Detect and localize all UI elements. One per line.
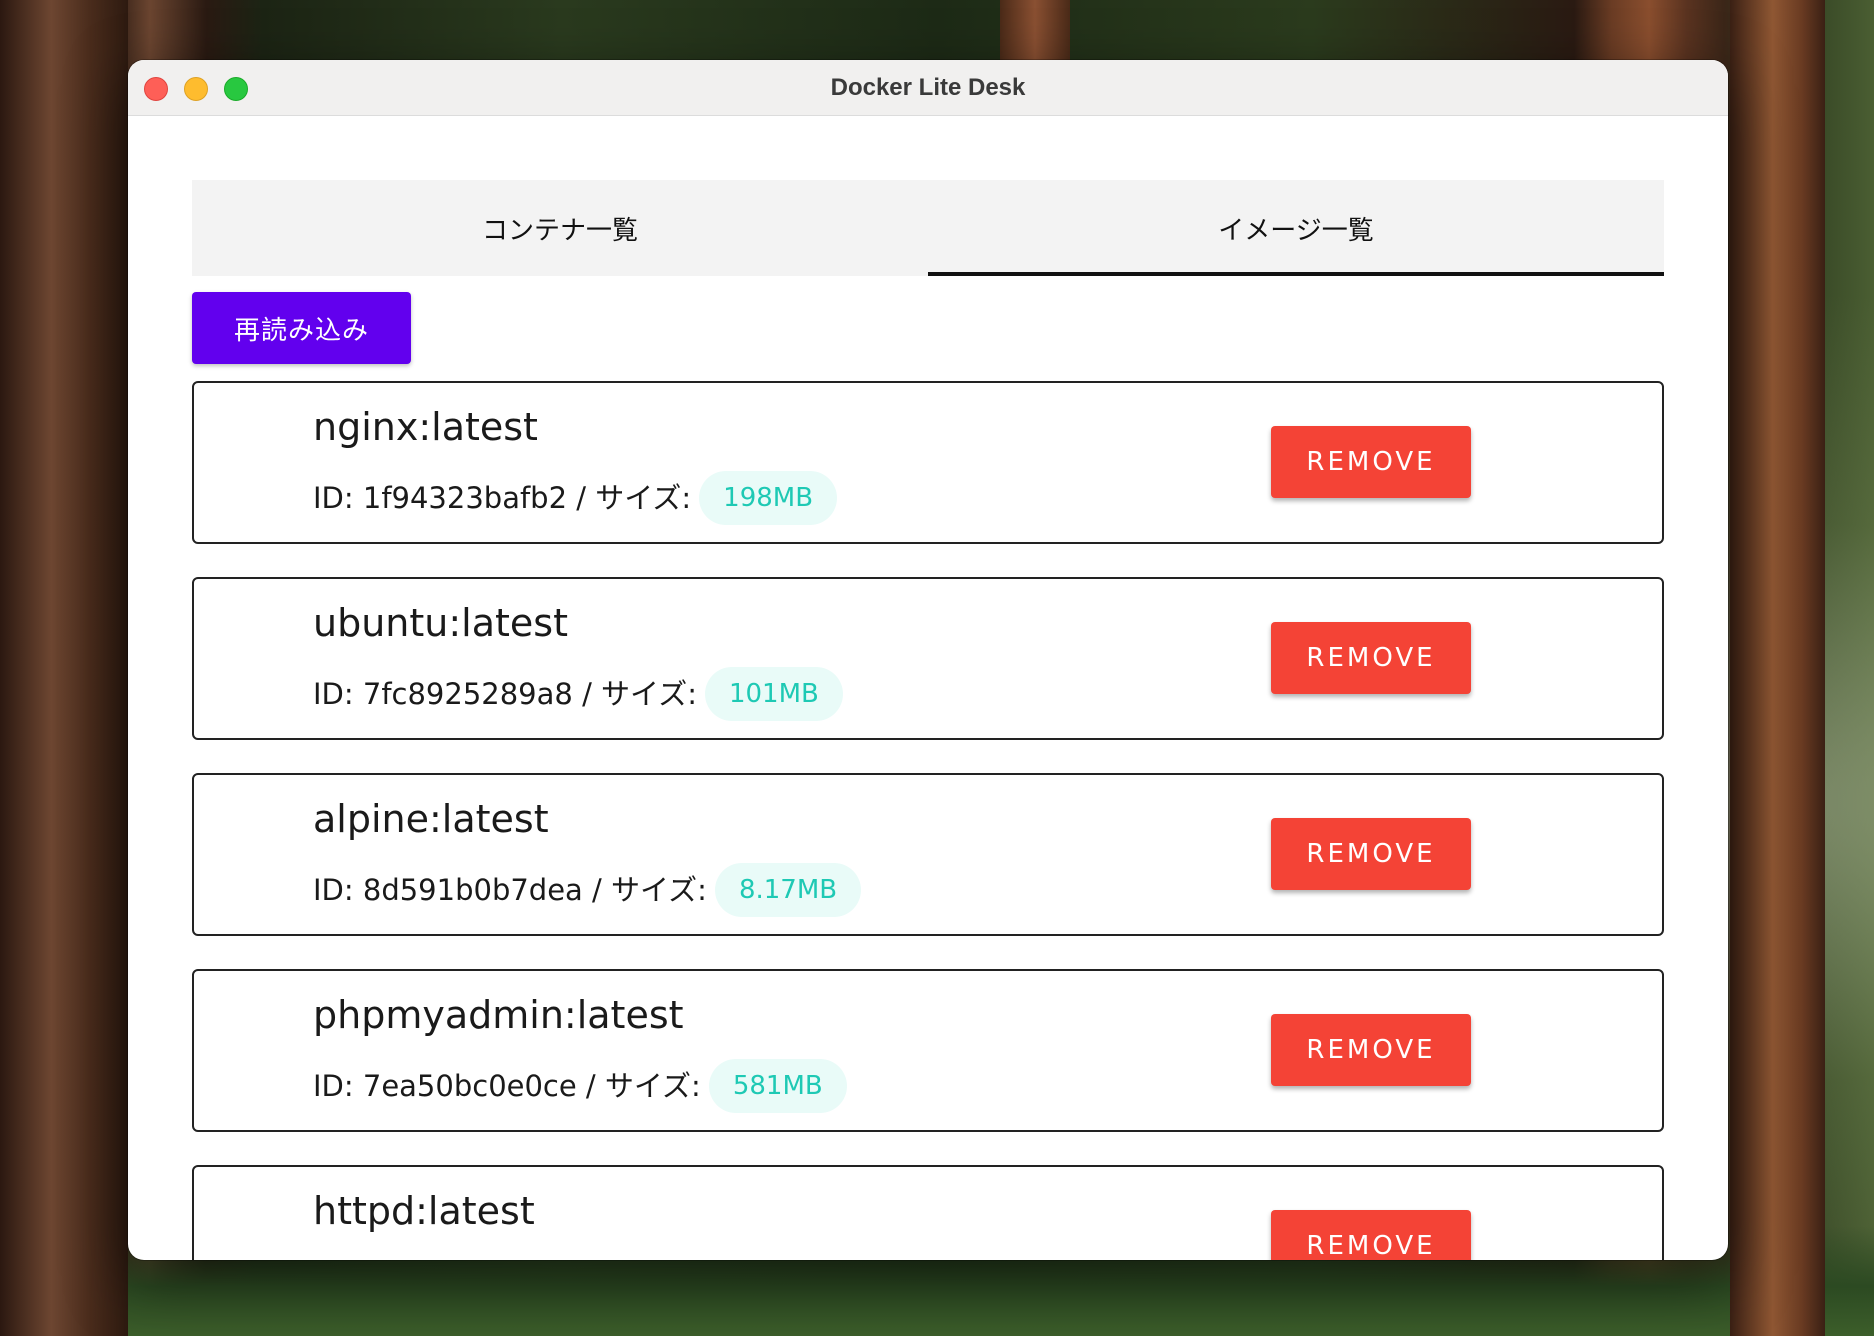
image-card: httpd:latest REMOVE bbox=[192, 1165, 1664, 1260]
title-bar: Docker Lite Desk bbox=[128, 60, 1728, 116]
image-name: phpmyadmin:latest bbox=[313, 993, 684, 1037]
close-window-button[interactable] bbox=[144, 77, 168, 101]
image-list: nginx:latest ID: 1f94323bafb2 / サイズ: 198… bbox=[192, 381, 1664, 1260]
zoom-window-button[interactable] bbox=[224, 77, 248, 101]
remove-button[interactable]: REMOVE bbox=[1271, 1014, 1471, 1086]
image-id-text: ID: 7ea50bc0e0ce / サイズ: bbox=[313, 1069, 701, 1103]
window-title: Docker Lite Desk bbox=[830, 73, 1026, 101]
image-id-text: ID: 8d591b0b7dea / サイズ: bbox=[313, 873, 707, 907]
minimize-window-button[interactable] bbox=[184, 77, 208, 101]
image-name: ubuntu:latest bbox=[313, 601, 568, 645]
wallpaper-tree-trunk bbox=[1000, 0, 1070, 60]
image-name: alpine:latest bbox=[313, 797, 549, 841]
tab-images[interactable]: イメージ一覧 bbox=[928, 180, 1664, 276]
remove-button[interactable]: REMOVE bbox=[1271, 426, 1471, 498]
reload-button[interactable]: 再読み込み bbox=[192, 292, 411, 364]
app-window: Docker Lite Desk コンテナ一覧 イメージ一覧 再読み込み ngi… bbox=[128, 60, 1728, 1260]
size-chip: 101MB bbox=[704, 667, 843, 721]
remove-button[interactable]: REMOVE bbox=[1271, 622, 1471, 694]
image-card: alpine:latest ID: 8d591b0b7dea / サイズ: 8.… bbox=[192, 773, 1664, 936]
image-name: nginx:latest bbox=[313, 405, 538, 449]
size-chip: 198MB bbox=[699, 471, 838, 525]
image-name: httpd:latest bbox=[313, 1189, 535, 1233]
remove-button[interactable]: REMOVE bbox=[1271, 818, 1471, 890]
image-meta-row: ID: 7fc8925289a8 / サイズ: 101MB bbox=[313, 663, 843, 721]
image-meta-row: ID: 7ea50bc0e0ce / サイズ: 581MB bbox=[313, 1055, 847, 1113]
image-card: nginx:latest ID: 1f94323bafb2 / サイズ: 198… bbox=[192, 381, 1664, 544]
window-controls bbox=[144, 77, 248, 101]
tab-bar: コンテナ一覧 イメージ一覧 bbox=[192, 180, 1664, 276]
image-meta-row: ID: 1f94323bafb2 / サイズ: 198MB bbox=[313, 467, 838, 525]
image-card: phpmyadmin:latest ID: 7ea50bc0e0ce / サイズ… bbox=[192, 969, 1664, 1132]
size-chip: 8.17MB bbox=[714, 863, 862, 917]
main-content: コンテナ一覧 イメージ一覧 再読み込み nginx:latest ID: 1f9… bbox=[192, 180, 1664, 1260]
size-chip: 581MB bbox=[708, 1059, 847, 1113]
remove-button[interactable]: REMOVE bbox=[1271, 1210, 1471, 1260]
image-card: ubuntu:latest ID: 7fc8925289a8 / サイズ: 10… bbox=[192, 577, 1664, 740]
image-id-text: ID: 1f94323bafb2 / サイズ: bbox=[313, 481, 692, 515]
image-meta-row: ID: 8d591b0b7dea / サイズ: 8.17MB bbox=[313, 859, 862, 917]
wallpaper-tree-trunk bbox=[1730, 0, 1825, 1336]
tab-containers[interactable]: コンテナ一覧 bbox=[192, 180, 928, 276]
wallpaper-tree-trunk bbox=[0, 0, 128, 1336]
image-id-text: ID: 7fc8925289a8 / サイズ: bbox=[313, 677, 697, 711]
